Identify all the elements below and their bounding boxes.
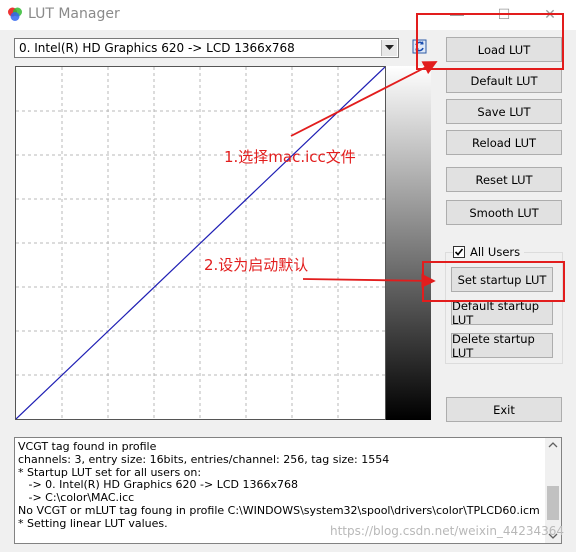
checkbox-box[interactable] — [453, 246, 465, 258]
log-line: VCGT tag found in profile — [18, 440, 157, 453]
gray-gradient-bar — [386, 66, 431, 420]
delete-startup-lut-button[interactable]: Delete startup LUT — [451, 332, 553, 360]
watermark: https://blog.csdn.net/weixin_44234364 — [329, 524, 564, 538]
all-users-checkbox[interactable]: All Users — [453, 244, 525, 260]
log-lines: VCGT tag found in profile channels: 3, e… — [18, 440, 546, 531]
save-lut-button[interactable]: Save LUT — [446, 99, 562, 124]
scroll-thumb[interactable] — [547, 486, 559, 520]
scroll-up-icon[interactable] — [545, 438, 561, 452]
window-title: LUT Manager — [28, 6, 120, 22]
annotation-step1: 1.选择mac.icc文件 — [224, 148, 356, 166]
default-startup-lut-button[interactable]: Default startup LUT — [451, 299, 553, 327]
load-lut-button[interactable]: Load LUT — [446, 37, 562, 62]
log-line: channels: 3, entry size: 16bits, entries… — [18, 452, 390, 466]
checkmark-icon — [454, 248, 464, 256]
display-select[interactable]: 0. Intel(R) HD Graphics 620 -> LCD 1366x… — [14, 38, 399, 58]
reload-lut-button[interactable]: Reload LUT — [446, 130, 562, 155]
app-icon — [8, 7, 22, 21]
minimize-button[interactable]: — — [444, 4, 470, 24]
default-lut-button[interactable]: Default LUT — [446, 68, 562, 93]
lut-curve-graph[interactable] — [15, 66, 386, 420]
lut-curve-plot — [15, 66, 386, 420]
close-button[interactable]: ✕ — [537, 4, 563, 24]
annotation-step2: 2.设为启动默认 — [204, 256, 309, 274]
log-line: No VCGT or mLUT tag foung in profile C:\… — [18, 503, 540, 517]
refresh-icon[interactable] — [409, 36, 431, 58]
smooth-lut-button[interactable]: Smooth LUT — [446, 200, 562, 225]
dropdown-arrow-icon[interactable] — [381, 40, 397, 56]
title-bar: LUT Manager — ☐ ✕ — [0, 0, 576, 30]
reset-lut-button[interactable]: Reset LUT — [446, 167, 562, 192]
exit-button[interactable]: Exit — [446, 397, 562, 422]
display-select-value: 0. Intel(R) HD Graphics 620 -> LCD 1366x… — [19, 41, 295, 55]
all-users-label: All Users — [470, 245, 521, 259]
maximize-button[interactable]: ☐ — [491, 4, 517, 24]
set-startup-lut-button[interactable]: Set startup LUT — [451, 267, 553, 292]
